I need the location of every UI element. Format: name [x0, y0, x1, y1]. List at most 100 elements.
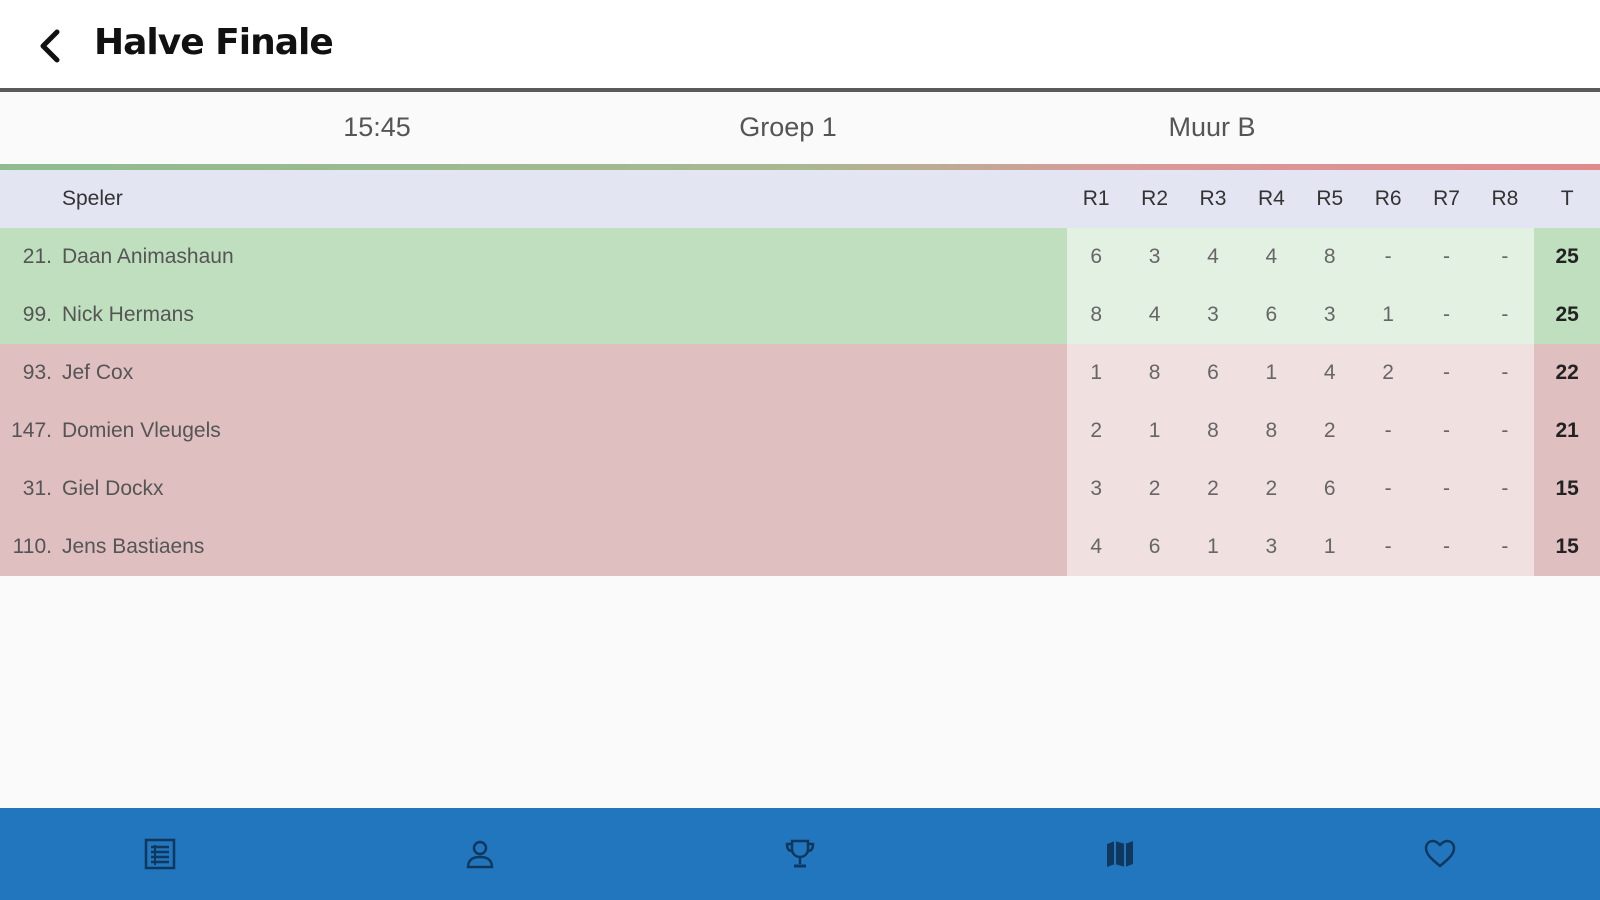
- round-score-r8: -: [1475, 286, 1535, 344]
- nav-item-favorites[interactable]: [1416, 830, 1464, 878]
- header-r3: R3: [1199, 187, 1227, 210]
- header-r1: R1: [1082, 187, 1110, 210]
- table-row[interactable]: 21. Daan Animashaun 6 3 4 4 8- - -25: [0, 228, 1600, 286]
- header-r7: R7: [1433, 187, 1460, 210]
- round-score-r7: -: [1417, 518, 1476, 576]
- round-score-r1: 4: [1067, 518, 1126, 576]
- header-r4: R4: [1257, 187, 1285, 210]
- list-icon: [144, 838, 176, 870]
- player-rank: 147.: [0, 402, 62, 460]
- round-score-r4: 3: [1242, 518, 1301, 576]
- round-score-r2: 3: [1125, 228, 1184, 286]
- round-score-r7: -: [1417, 344, 1476, 402]
- round-score-r1: 1: [1067, 344, 1126, 402]
- round-score-r8: -: [1475, 344, 1535, 402]
- round-score-r6: -: [1358, 518, 1418, 576]
- heart-icon: [1424, 839, 1456, 868]
- player-rank: 93.: [0, 344, 62, 402]
- round-score-r8: -: [1475, 460, 1535, 518]
- nav-item-profile[interactable]: [456, 830, 504, 878]
- player-name: Daan Animashaun: [62, 228, 1067, 286]
- round-score-r3: 8: [1183, 402, 1243, 460]
- table-row[interactable]: 147. Domien Vleugels 2 1 8 8 2- - -21: [0, 402, 1600, 460]
- nav-item-standings[interactable]: [136, 830, 184, 878]
- round-score-r5: 1: [1300, 518, 1359, 576]
- person-icon: [466, 840, 494, 869]
- round-score-r7: -: [1417, 286, 1476, 344]
- round-score-r2: 6: [1125, 518, 1184, 576]
- bottom-navigation: [0, 808, 1600, 900]
- player-total: 21: [1534, 402, 1600, 460]
- round-score-r6: 2: [1358, 344, 1418, 402]
- round-score-r4: 4: [1242, 228, 1301, 286]
- round-score-r5: 4: [1300, 344, 1359, 402]
- round-score-r7: -: [1417, 460, 1476, 518]
- nav-item-rankings[interactable]: [776, 830, 824, 878]
- player-name: Domien Vleugels: [62, 402, 1067, 460]
- round-score-r2: 8: [1125, 344, 1184, 402]
- app-bar: Halve Finale: [0, 0, 1600, 92]
- header-player: Speler: [62, 187, 123, 210]
- player-total: 22: [1534, 344, 1600, 402]
- round-score-r6: -: [1358, 228, 1418, 286]
- round-score-r4: 8: [1242, 402, 1301, 460]
- header-total: T: [1534, 170, 1600, 228]
- page-title: Halve Finale: [94, 22, 334, 63]
- player-rank: 99.: [0, 286, 62, 344]
- standings-table: Speler R1 R2 R3 R4 R5 R6 R7 R8 T 21. Daan…: [0, 170, 1600, 576]
- table-row[interactable]: 110. Jens Bastiaens 4 6 1 3 1- - -15: [0, 518, 1600, 576]
- round-score-r1: 3: [1067, 460, 1126, 518]
- player-name: Jens Bastiaens: [62, 518, 1067, 576]
- player-total: 15: [1534, 460, 1600, 518]
- round-score-r7: -: [1417, 228, 1476, 286]
- player-name: Giel Dockx: [62, 460, 1067, 518]
- header-rank: [0, 170, 62, 228]
- round-score-r7: -: [1417, 402, 1476, 460]
- round-score-r2: 2: [1125, 460, 1184, 518]
- player-name: Jef Cox: [62, 344, 1067, 402]
- round-score-r1: 2: [1067, 402, 1126, 460]
- round-score-r8: -: [1475, 228, 1535, 286]
- player-total: 15: [1534, 518, 1600, 576]
- chevron-left-icon: [40, 29, 60, 63]
- trophy-icon: [785, 839, 815, 868]
- header-r8: R8: [1491, 187, 1519, 210]
- round-score-r6: -: [1358, 460, 1418, 518]
- header-r6: R6: [1374, 187, 1402, 210]
- match-time: 15:45: [343, 112, 411, 142]
- round-score-r3: 3: [1183, 286, 1243, 344]
- round-score-r1: 8: [1067, 286, 1126, 344]
- round-score-r3: 6: [1183, 344, 1243, 402]
- round-score-r3: 4: [1183, 228, 1243, 286]
- nav-item-map[interactable]: [1096, 830, 1144, 878]
- player-total: 25: [1534, 286, 1600, 344]
- header-r2: R2: [1141, 187, 1169, 210]
- player-rank: 31.: [0, 460, 62, 518]
- round-score-r2: 4: [1125, 286, 1184, 344]
- header-r5: R5: [1316, 187, 1344, 210]
- round-score-r2: 1: [1125, 402, 1184, 460]
- player-total: 25: [1534, 228, 1600, 286]
- map-icon: [1107, 841, 1133, 867]
- round-score-r5: 2: [1300, 402, 1359, 460]
- round-score-r5: 8: [1300, 228, 1359, 286]
- round-score-r3: 1: [1183, 518, 1243, 576]
- round-score-r4: 2: [1242, 460, 1301, 518]
- round-score-r4: 6: [1242, 286, 1301, 344]
- round-score-r8: -: [1475, 402, 1535, 460]
- match-info-bar: 15:45 Groep 1 Muur B: [0, 92, 1600, 164]
- round-score-r1: 6: [1067, 228, 1126, 286]
- back-button[interactable]: [28, 24, 72, 68]
- table-header-row: Speler R1 R2 R3 R4 R5 R6 R7 R8 T: [0, 170, 1600, 228]
- round-score-r4: 1: [1242, 344, 1301, 402]
- round-score-r6: 1: [1358, 286, 1418, 344]
- table-row[interactable]: 93. Jef Cox 1 8 6 1 4 2- -22: [0, 344, 1600, 402]
- round-score-r8: -: [1475, 518, 1535, 576]
- match-group: Groep 1: [739, 112, 837, 142]
- table-row[interactable]: 31. Giel Dockx 3 2 2 2 6- - -15: [0, 460, 1600, 518]
- match-wall: Muur B: [1168, 112, 1256, 142]
- table-row[interactable]: 99. Nick Hermans 8 4 3 6 3 1- -25: [0, 286, 1600, 344]
- round-score-r3: 2: [1183, 460, 1243, 518]
- player-rank: 21.: [0, 228, 62, 286]
- player-name: Nick Hermans: [62, 286, 1067, 344]
